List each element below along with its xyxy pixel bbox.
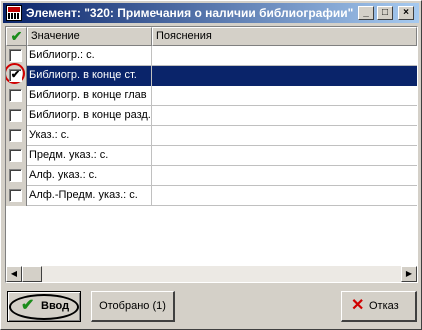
grid-header: ✔ Значение Пояснения (6, 27, 417, 46)
window-title: Элемент: "320: Примечания о наличии библ… (26, 6, 354, 20)
app-icon[interactable] (6, 5, 22, 21)
value-cell[interactable]: Библиогр. в конце глав (27, 86, 152, 106)
title-bar[interactable]: Элемент: "320: Примечания о наличии библ… (3, 3, 419, 23)
values-grid[interactable]: ✔ Значение Пояснения Библиогр.: с. ✔ Библи… (5, 26, 418, 283)
table-row[interactable]: Библиогр.: с. (6, 46, 417, 66)
table-row[interactable]: Алф.-Предм. указ.: с. (6, 186, 417, 206)
row-checkbox[interactable] (9, 189, 22, 202)
ok-button[interactable]: ✔ Ввод (7, 291, 81, 322)
select-all-check-icon[interactable]: ✔ (6, 27, 27, 46)
row-check-cell (6, 106, 27, 126)
ok-button-label: Ввод (41, 300, 70, 312)
minimize-button[interactable]: _ (358, 6, 374, 20)
notes-cell[interactable] (152, 126, 417, 146)
scrollbar-thumb[interactable] (22, 266, 42, 282)
notes-cell[interactable] (152, 186, 417, 206)
table-row[interactable]: Алф. указ.: с. (6, 166, 417, 186)
row-checkbox[interactable] (9, 129, 22, 142)
cancel-button-label: Отказ (369, 300, 399, 312)
notes-cell[interactable] (152, 146, 417, 166)
value-cell[interactable]: Библиогр. в конце разд. (27, 106, 152, 126)
value-cell[interactable]: Предм. указ.: с. (27, 146, 152, 166)
column-header-notes[interactable]: Пояснения (152, 27, 417, 46)
maximize-button[interactable]: □ (377, 6, 393, 20)
selected-count-button[interactable]: Отобрано (1) (91, 291, 175, 322)
table-row[interactable]: Библиогр. в конце глав (6, 86, 417, 106)
cancel-x-icon: ✕ (351, 297, 365, 314)
dialog-window: Элемент: "320: Примечания о наличии библ… (0, 0, 422, 330)
notes-cell[interactable] (152, 66, 417, 86)
row-checkbox[interactable]: ✔ (9, 69, 22, 82)
row-check-cell (6, 166, 27, 186)
table-row[interactable]: Предм. указ.: с. (6, 146, 417, 166)
scroll-left-button[interactable]: ◀ (6, 266, 22, 282)
row-check-cell: ✔ (6, 63, 27, 86)
row-checkbox[interactable] (9, 169, 22, 182)
value-cell[interactable]: Библиогр. в конце ст. (27, 66, 152, 86)
value-cell[interactable]: Алф.-Предм. указ.: с. (27, 186, 152, 206)
value-cell[interactable]: Алф. указ.: с. (27, 166, 152, 186)
row-check-cell (6, 86, 27, 106)
notes-cell[interactable] (152, 46, 417, 66)
notes-cell[interactable] (152, 86, 417, 106)
cancel-button[interactable]: ✕ Отказ (341, 291, 417, 322)
table-row[interactable]: Указ.: с. (6, 126, 417, 146)
row-checkbox[interactable] (9, 89, 22, 102)
row-checkbox[interactable] (9, 49, 22, 62)
table-row[interactable]: ✔ Библиогр. в конце ст. (6, 63, 417, 86)
horizontal-scrollbar[interactable]: ◀ ▶ (6, 266, 417, 282)
row-check-cell (6, 126, 27, 146)
column-header-value[interactable]: Значение (27, 27, 152, 46)
row-checkbox[interactable] (9, 149, 22, 162)
value-cell[interactable]: Указ.: с. (27, 126, 152, 146)
scroll-right-button[interactable]: ▶ (401, 266, 417, 282)
notes-cell[interactable] (152, 166, 417, 186)
table-row[interactable]: Библиогр. в конце разд. (6, 106, 417, 126)
row-check-cell (6, 146, 27, 166)
checkmark-icon: ✔ (21, 297, 35, 314)
value-cell[interactable]: Библиогр.: с. (27, 46, 152, 66)
close-button[interactable]: × (398, 6, 414, 20)
row-checkbox[interactable] (9, 109, 22, 122)
row-check-cell (6, 186, 27, 206)
notes-cell[interactable] (152, 106, 417, 126)
